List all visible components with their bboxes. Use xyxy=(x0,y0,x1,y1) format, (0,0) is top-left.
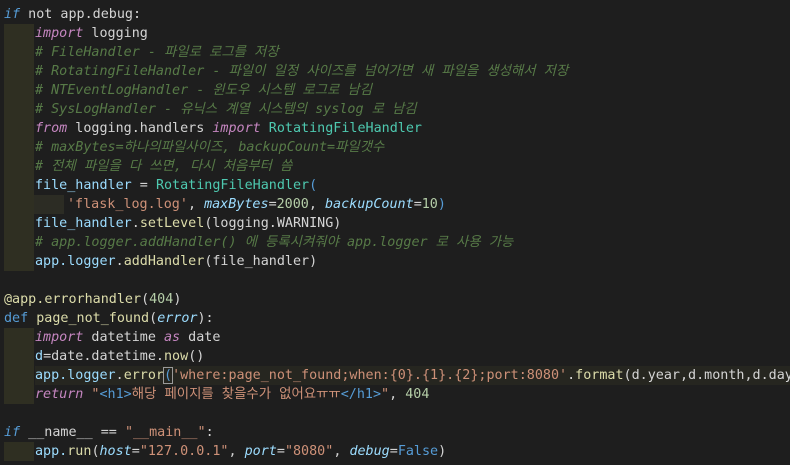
comment-line: # SysLogHandler - 유닉스 계열 시스템의 syslog 로 남… xyxy=(35,102,417,117)
code-line: file_handler.setLevel(logging.WARNING) xyxy=(35,216,342,231)
code-line: @app.errorhandler(404) xyxy=(4,292,182,307)
code-line-current: app.logger.error('where:page_not_found;w… xyxy=(35,366,790,385)
code-line: app.run(host="127.0.0.1", port="8080", d… xyxy=(35,444,447,459)
comment-line: # app.logger.addHandler() 에 등록시켜줘야 app.l… xyxy=(35,235,514,250)
code-line: if __name__ == "__main__": xyxy=(4,425,214,440)
indent-guide xyxy=(4,442,34,461)
code-line: return "<h1>해당 페이지를 찾을수가 없어요ㅠㅠ</h1>", 40… xyxy=(35,387,430,402)
indent-guide xyxy=(4,328,34,404)
indent-guide xyxy=(4,24,34,271)
code-line: d=date.datetime.now() xyxy=(35,349,205,364)
code-line: 'flask_log.log', maxBytes=2000, backupCo… xyxy=(67,197,446,212)
comment-line: # RotatingFileHandler - 파일이 일정 사이즈를 넘어가면… xyxy=(35,64,569,79)
code-line: app.logger.addHandler(file_handler) xyxy=(35,254,318,269)
indent-guide xyxy=(34,195,64,214)
code-line: if not app.debug: xyxy=(4,7,142,22)
comment-line: # maxBytes=하나의파일사이즈, backupCount=파일갯수 xyxy=(35,140,385,155)
comment-line: # 전체 파일을 다 쓰면, 다시 처음부터 씀 xyxy=(35,159,293,174)
code-line: from logging.handlers import RotatingFil… xyxy=(35,121,422,136)
code-line: def page_not_found(error): xyxy=(4,311,214,326)
code-line: import logging xyxy=(35,26,148,41)
comment-line: # FileHandler - 파일로 로그를 저장 xyxy=(35,45,279,60)
code-line: import datetime as date xyxy=(35,330,221,345)
comment-line: # NTEventLogHandler - 윈도우 시스템 로그로 남김 xyxy=(35,83,373,98)
code-editor[interactable]: if not app.debug: import logging # FileH… xyxy=(0,0,790,465)
code-line: file_handler = RotatingFileHandler( xyxy=(35,178,318,193)
